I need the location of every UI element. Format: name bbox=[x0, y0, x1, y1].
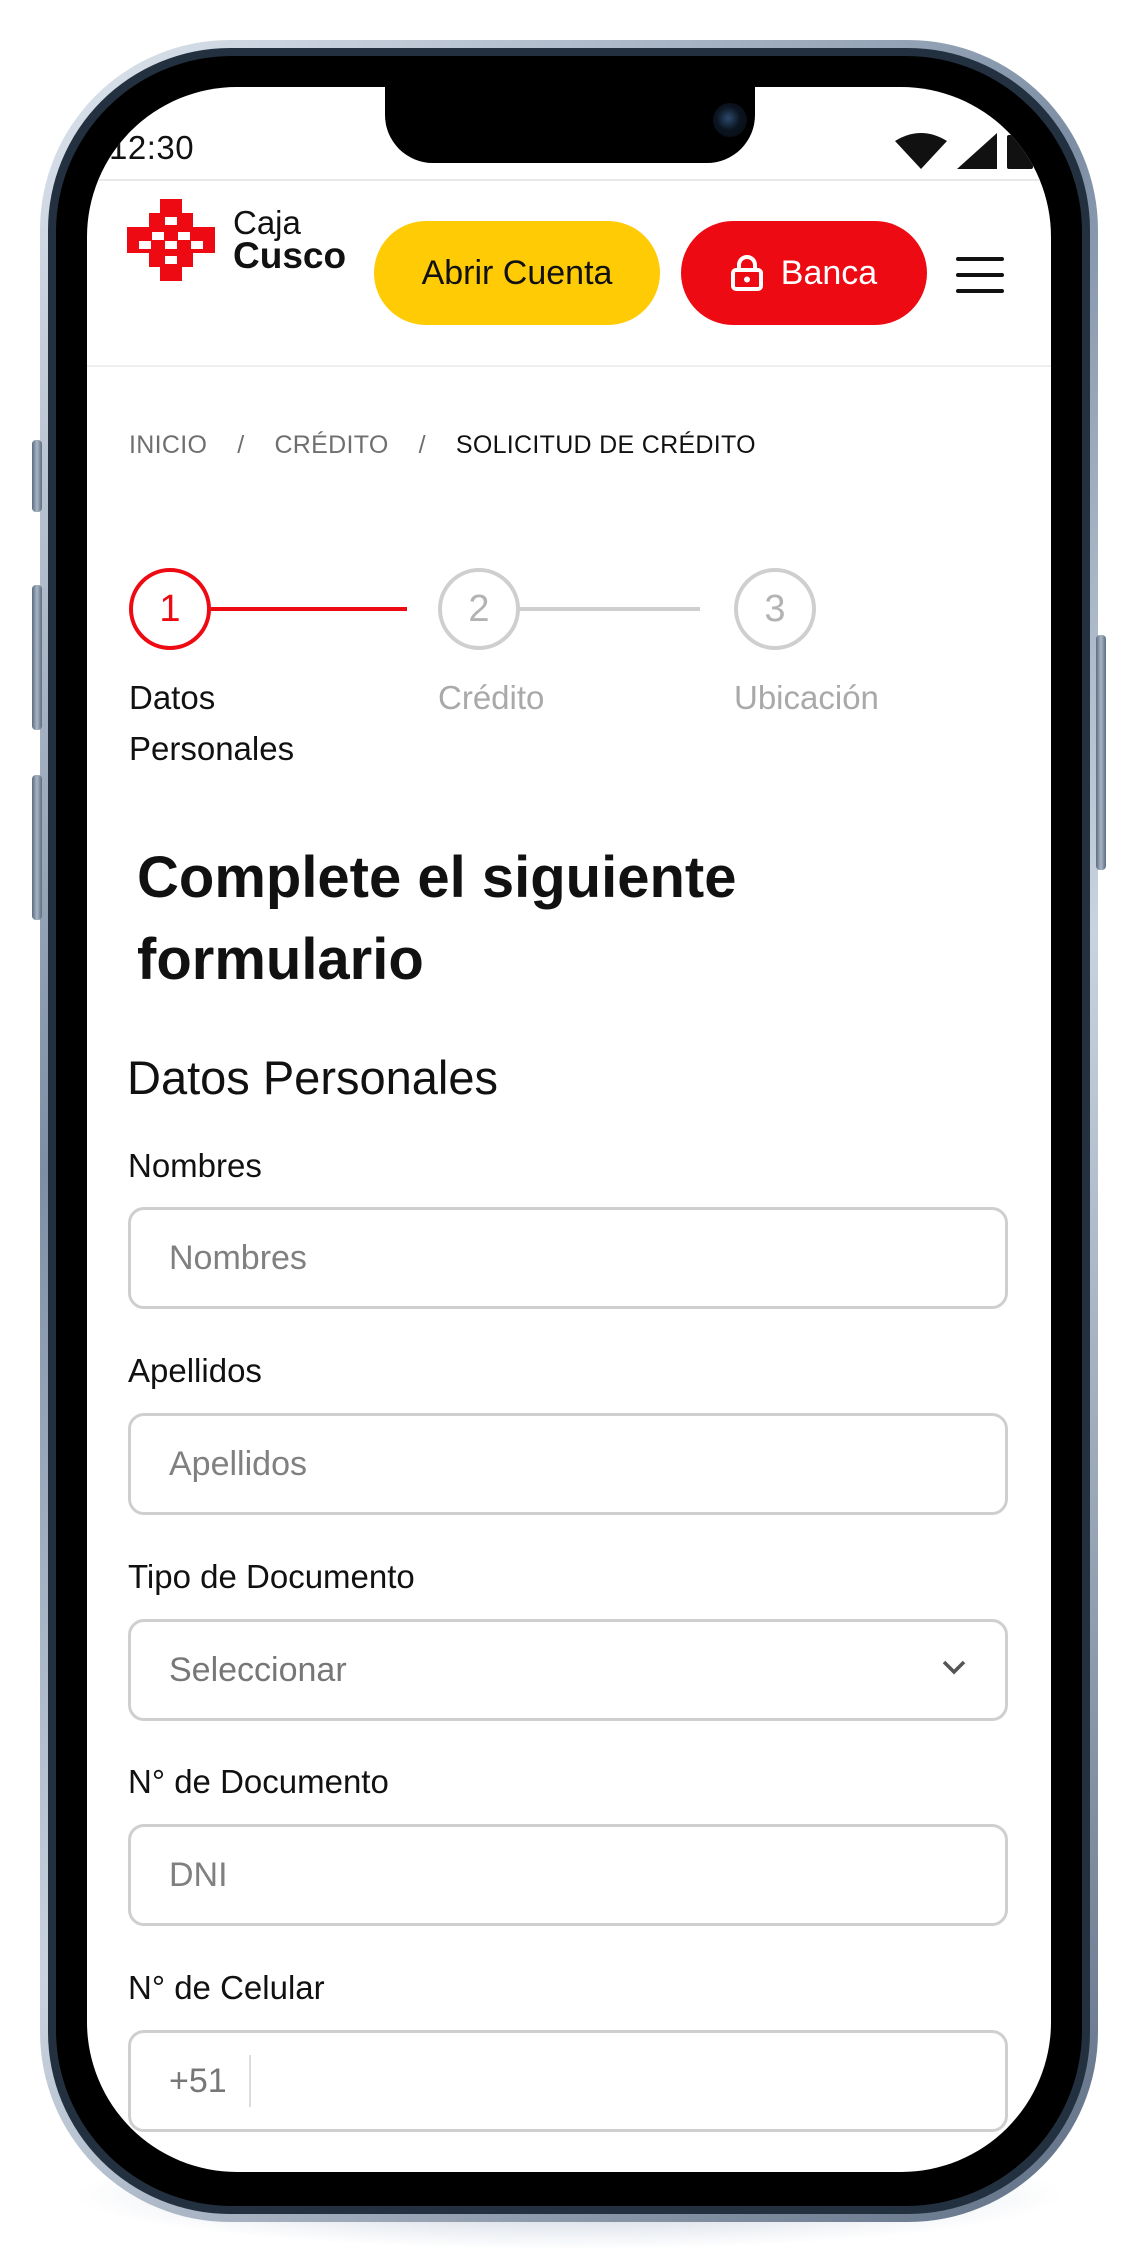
breadcrumb-item-credito[interactable]: CRÉDITO bbox=[274, 431, 388, 460]
nombres-input[interactable] bbox=[128, 1207, 1008, 1309]
signal-icon bbox=[957, 133, 997, 169]
step-2-circle: 2 bbox=[438, 568, 520, 650]
front-camera bbox=[713, 103, 747, 137]
logo-line2: Cusco bbox=[233, 235, 347, 276]
header-divider bbox=[87, 365, 1051, 367]
apellidos-label: Apellidos bbox=[128, 1352, 262, 1389]
section-title: Datos Personales bbox=[127, 1051, 498, 1104]
notch bbox=[385, 87, 755, 163]
step-1-label: Datos Personales bbox=[129, 672, 294, 774]
banking-label: Banca bbox=[780, 253, 878, 292]
phone-screen: 12:30 Caja Cusco Abrir Cuenta Banca INIC… bbox=[87, 87, 1051, 2172]
power-button bbox=[1096, 635, 1106, 870]
form-title: Complete el siguiente formulario bbox=[137, 845, 737, 992]
step-3-label: Ubicación bbox=[734, 679, 879, 716]
tipo-documento-select[interactable]: Seleccionar bbox=[128, 1619, 1008, 1721]
celular-input[interactable]: +51 bbox=[128, 2030, 1008, 2132]
battery-icon bbox=[1007, 131, 1033, 169]
lock-icon bbox=[730, 255, 763, 291]
open-account-button[interactable]: Abrir Cuenta bbox=[374, 221, 660, 325]
phone-prefix-divider bbox=[248, 2055, 251, 2107]
volume-down-button bbox=[32, 775, 42, 920]
status-time: 12:30 bbox=[109, 129, 195, 166]
banking-button[interactable]: Banca bbox=[681, 221, 927, 325]
phone-prefix: +51 bbox=[169, 2061, 227, 2100]
nombres-label: Nombres bbox=[128, 1147, 262, 1184]
status-icons bbox=[895, 131, 1033, 169]
step-connector-2-3 bbox=[489, 607, 700, 611]
mute-switch bbox=[32, 440, 42, 512]
tipo-documento-selected: Seleccionar bbox=[169, 1650, 347, 1689]
volume-up-button bbox=[32, 585, 42, 730]
breadcrumb-separator: / bbox=[418, 431, 426, 459]
apellidos-input[interactable] bbox=[128, 1413, 1008, 1515]
step-connector-1-2 bbox=[211, 607, 407, 611]
chevron-down-icon bbox=[942, 1660, 966, 1675]
breadcrumb-separator: / bbox=[237, 431, 245, 459]
wifi-icon bbox=[895, 133, 947, 169]
numero-documento-label: N° de Documento bbox=[128, 1763, 389, 1800]
breadcrumb: INICIO / CRÉDITO / SOLICITUD DE CRÉDITO bbox=[129, 431, 756, 460]
step-1-label-line1: Datos bbox=[129, 679, 216, 716]
caja-cusco-logo[interactable]: Caja Cusco bbox=[127, 199, 346, 281]
numero-documento-input[interactable] bbox=[128, 1824, 1008, 1926]
breadcrumb-item-current: SOLICITUD DE CRÉDITO bbox=[455, 431, 756, 459]
breadcrumb-item-inicio[interactable]: INICIO bbox=[129, 431, 207, 460]
step-1-label-line2: Personales bbox=[129, 730, 295, 767]
hamburger-menu-icon[interactable] bbox=[956, 257, 1004, 293]
step-2-label: Crédito bbox=[438, 679, 545, 716]
celular-label: N° de Celular bbox=[128, 1969, 325, 2006]
status-divider bbox=[87, 179, 1051, 181]
step-3-circle: 3 bbox=[734, 568, 816, 650]
logo-mark-icon bbox=[127, 199, 215, 281]
tipo-documento-label: Tipo de Documento bbox=[128, 1558, 415, 1595]
logo-wordmark: Caja Cusco bbox=[233, 206, 346, 274]
step-1-circle: 1 bbox=[129, 568, 211, 650]
